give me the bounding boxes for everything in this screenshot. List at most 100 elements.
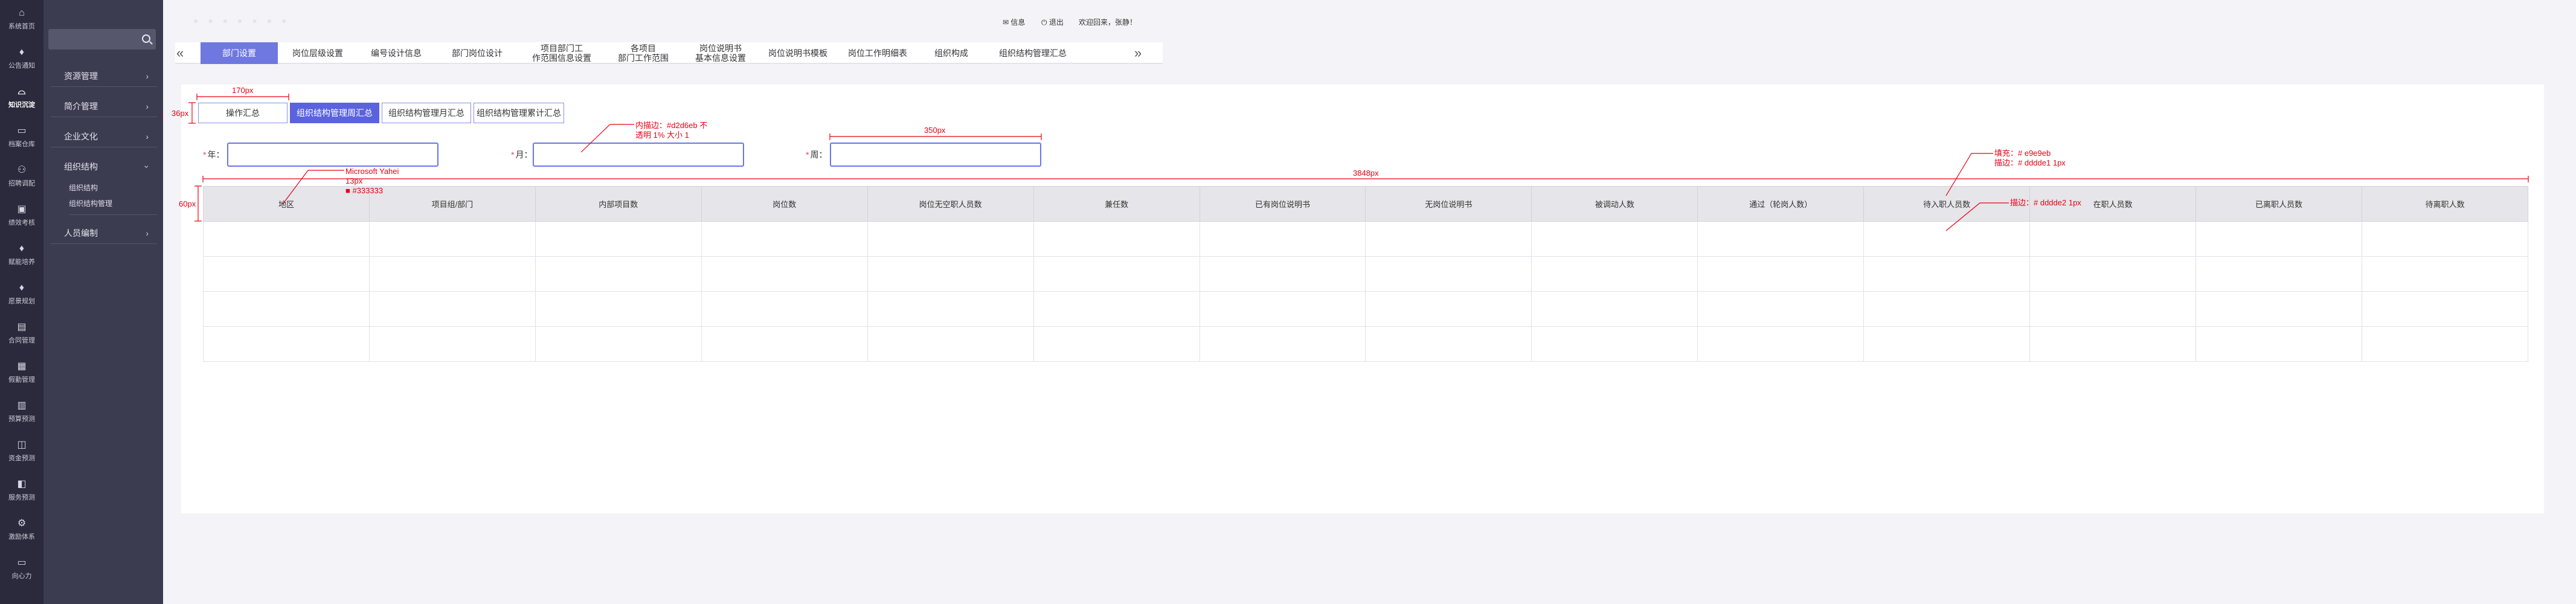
rail-item-label: 招聘调配 — [8, 180, 35, 187]
week-input[interactable] — [830, 143, 1041, 167]
annotation-border-note: 内描边：#d2d6eb 不 透明 1% 大小 1 — [635, 121, 708, 140]
column-header: 岗位无空职人员数 — [867, 186, 1034, 222]
menu-group-resource[interactable]: 资源管理 › — [51, 65, 157, 87]
rail-item-funds[interactable]: ◫ 资金预测 — [0, 434, 43, 468]
annotation-width-350: 350px — [924, 126, 946, 135]
menu-group-org-structure[interactable]: 组织结构 › — [51, 156, 157, 178]
rail-item-knowledge[interactable]: ⌓ 知识沉淀 — [0, 81, 43, 115]
table-row — [203, 291, 2529, 327]
rail-item-cohesion[interactable]: ▭ 向心力 — [0, 552, 43, 586]
summary-button[interactable]: 操作汇总 — [198, 103, 287, 123]
menu-group-staffing[interactable]: 人员编制 › — [51, 222, 157, 244]
rail-item-incentive[interactable]: ⚙ 激励体系 — [0, 513, 43, 547]
tabs-next-icon[interactable]: » — [1134, 45, 1142, 62]
menu-group-profile[interactable]: 简介管理 › — [51, 95, 157, 117]
tab-1[interactable]: 岗位层级设置 — [278, 42, 358, 64]
table-cell — [1199, 326, 1366, 362]
month-input[interactable] — [533, 143, 744, 167]
column-header: 待离职人数 — [2361, 186, 2529, 222]
menu-group-label: 组织结构 — [64, 162, 98, 172]
rail-item-service[interactable]: ◧ 服务预测 — [0, 474, 43, 507]
annotation-height-36: 36px — [172, 109, 189, 118]
service-icon: ◧ — [17, 479, 27, 489]
rail-item-label: 假勤管理 — [8, 376, 35, 384]
rail-item-attendance[interactable]: ▦ 假勤管理 — [0, 356, 43, 390]
table-cell — [1199, 256, 1366, 292]
table-cell — [1199, 291, 1366, 327]
column-header: 岗位数 — [701, 186, 868, 222]
message-label: 信息 — [1010, 18, 1026, 27]
tab-2[interactable]: 编号设计信息 — [358, 42, 435, 64]
table-cell — [1863, 326, 2031, 362]
table-cell — [2029, 256, 2197, 292]
tab-4[interactable]: 项目部门工 作范围信息设置 — [519, 42, 604, 64]
table-cell — [2361, 256, 2529, 292]
table-row — [203, 326, 2529, 362]
logout-link[interactable]: ⏻ 退出 — [1041, 17, 1064, 27]
tabs-prev-icon[interactable]: « — [176, 45, 184, 62]
table-cell — [1033, 221, 1200, 257]
week-label: * 周： — [806, 150, 827, 159]
table-cell — [1697, 291, 1865, 327]
tab-9[interactable]: 组织构成 — [918, 42, 984, 64]
table-cell — [867, 291, 1034, 327]
tab-7[interactable]: 岗位说明书模板 — [759, 42, 837, 64]
table-cell — [701, 291, 868, 327]
column-header: 被调动人数 — [1531, 186, 1698, 222]
table-cell — [2195, 291, 2362, 327]
table-cell — [1697, 221, 1865, 257]
menu-subitem-org-structure[interactable]: 组织结构 — [69, 182, 98, 193]
rail-item-notice[interactable]: ♦ 公告通知 — [0, 42, 43, 76]
menu-group-label: 简介管理 — [64, 101, 98, 111]
year-input[interactable] — [227, 143, 438, 167]
table-cell — [701, 256, 868, 292]
monthly-summary-button[interactable]: 组织结构管理月汇总 — [382, 103, 471, 123]
tab-3[interactable]: 部门岗位设计 — [435, 42, 519, 64]
weekly-summary-button[interactable]: 组织结构管理周汇总 — [290, 103, 379, 123]
rail-item-contract[interactable]: ▤ 合同管理 — [0, 316, 43, 350]
tab-5[interactable]: 各项目 部门工作范围 — [604, 42, 683, 64]
rail-item-recruit[interactable]: ⚇ 招聘调配 — [0, 159, 43, 193]
column-header: 通过（轮岗人数） — [1697, 186, 1865, 222]
cohesion-icon: ▭ — [17, 557, 27, 568]
funds-icon: ◫ — [17, 440, 27, 450]
rail-item-label: 愿景规划 — [8, 298, 35, 305]
rail-item-performance[interactable]: ▣ 绩效考核 — [0, 199, 43, 233]
cumulative-summary-button[interactable]: 组织结构管理累计汇总 — [474, 103, 564, 123]
rail-item-training[interactable]: ♦ 赋能培养 — [0, 238, 43, 272]
menu-group-culture[interactable]: 企业文化 › — [51, 126, 157, 147]
home-icon: ⌂ — [19, 8, 25, 18]
rail-item-vision[interactable]: ♦ 愿景规划 — [0, 277, 43, 311]
contract-icon: ▤ — [17, 322, 27, 332]
search-icon[interactable] — [142, 34, 150, 43]
table-cell — [1365, 256, 1532, 292]
tab-10[interactable]: 组织结构管理汇总 — [984, 42, 1081, 64]
tab-6[interactable]: 岗位说明书 基本信息设置 — [683, 42, 759, 64]
rail-item-budget[interactable]: ▥ 预算预测 — [0, 395, 43, 429]
mail-icon: ✉ — [1003, 18, 1009, 27]
table-cell — [203, 221, 370, 257]
tab-0[interactable]: 部门设置 — [201, 42, 278, 64]
message-link[interactable]: ✉ 信息 — [1003, 17, 1025, 27]
rail-item-archive[interactable]: ▭ 档案仓库 — [0, 120, 43, 154]
table-cell — [1033, 326, 1200, 362]
archive-icon: ▭ — [17, 126, 27, 136]
annotation-width-170: 170px — [232, 86, 254, 95]
performance-icon: ▣ — [17, 204, 27, 214]
table-cell — [1033, 291, 1200, 327]
column-header: 已离职人员数 — [2195, 186, 2362, 222]
menu-search-input[interactable] — [48, 29, 156, 50]
year-label: * 年： — [203, 150, 225, 159]
budget-icon: ▥ — [17, 400, 27, 411]
menu-search-box[interactable] — [48, 29, 156, 50]
table-header-row: 地区 项目组/部门 内部项目数 岗位数 岗位无空职人员数 兼任数 已有岗位说明书 无岗位说明书… — [203, 186, 2529, 222]
table-cell — [701, 221, 868, 257]
rail-item-label: 知识沉淀 — [8, 101, 35, 109]
menu-subitem-org-management[interactable]: 组织结构管理 — [69, 198, 157, 215]
rail-item-home[interactable]: ⌂ 系统首页 — [0, 2, 43, 36]
table-cell — [1033, 256, 1200, 292]
tab-8[interactable]: 岗位工作明细表 — [837, 42, 918, 64]
table-cell — [535, 291, 702, 327]
menu-group-label: 企业文化 — [64, 131, 98, 141]
table-cell — [1365, 326, 1532, 362]
